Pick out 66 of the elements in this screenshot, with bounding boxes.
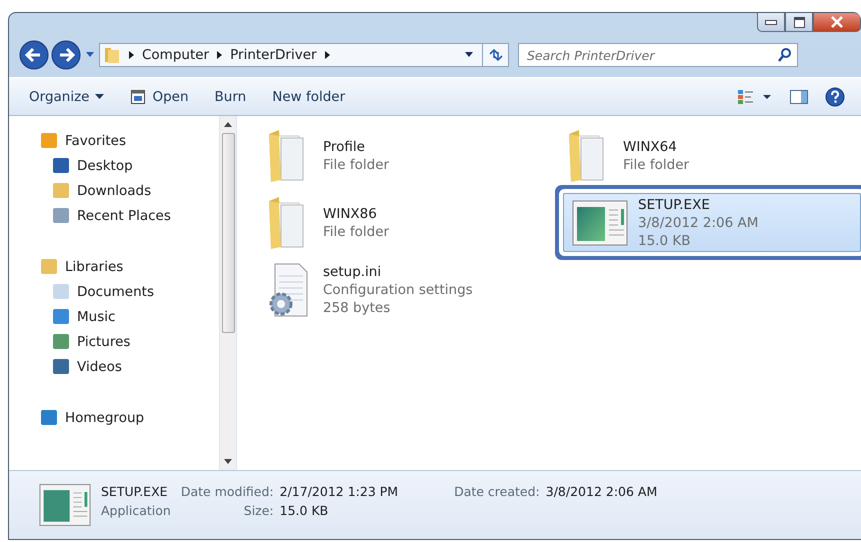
nav-item[interactable]: Desktop	[39, 153, 219, 178]
nav-group[interactable]: Libraries	[39, 254, 219, 279]
file-detail: Configuration settings	[323, 282, 473, 298]
file-detail: 15.0 KB	[638, 232, 692, 248]
file-name: SETUP.EXE	[638, 196, 711, 212]
toolbar-button[interactable]: New folder	[272, 88, 346, 104]
application-window-icon	[572, 200, 628, 246]
breadcrumb[interactable]: PrinterDriver	[230, 47, 317, 63]
caret-icon	[95, 94, 104, 100]
file-detail: File folder	[323, 156, 390, 172]
close-icon	[830, 16, 844, 28]
nav-item[interactable]: Recent Places	[39, 203, 219, 228]
file-detail: 3/8/2012 2:06 AM	[638, 214, 758, 230]
breadcrumb[interactable]: Computer	[142, 47, 210, 63]
file-detail: 258 bytes	[323, 300, 392, 316]
toolbar-button[interactable]: Burn	[214, 88, 246, 104]
property-value: 2/17/2012 1:23 PM	[280, 484, 398, 499]
view-options-button[interactable]	[737, 88, 773, 104]
nav-group[interactable]: Favorites	[39, 128, 219, 153]
nav-item[interactable]: Music	[39, 304, 219, 329]
close-button[interactable]	[813, 13, 861, 32]
file-name: SETUP.EXE	[101, 484, 169, 499]
file-detail: File folder	[323, 224, 390, 240]
nav-item[interactable]: Downloads	[39, 178, 219, 203]
dropdown-icon[interactable]	[464, 51, 474, 59]
file-detail: File folder	[623, 156, 690, 172]
nav-item[interactable]: Pictures	[39, 329, 219, 354]
file-name: WINX64	[623, 138, 678, 154]
property-label: Date modified:	[180, 484, 274, 499]
property-label: Date created:	[454, 484, 540, 499]
folder-icon	[103, 46, 121, 64]
nav-group[interactable]: Homegroup	[39, 405, 219, 430]
help-button[interactable]	[825, 86, 845, 106]
application-window-icon	[39, 483, 91, 527]
help-icon	[825, 86, 845, 106]
file-tile[interactable]: setup.ini Configuration settings 258 bytes	[259, 256, 479, 323]
breadcrumb-arrow-icon[interactable]	[129, 51, 134, 59]
file-name: WINX86	[323, 206, 378, 222]
file-tile[interactable]: Profile File folder	[259, 122, 396, 189]
toolbar-button[interactable]: Open	[130, 88, 189, 104]
nav-item[interactable]: Documents	[39, 279, 219, 304]
minimize-button[interactable]	[757, 13, 785, 32]
property-label: Size:	[242, 503, 274, 518]
scroll-thumb[interactable]	[222, 133, 234, 333]
file-tile[interactable]: WINX64 File folder	[559, 122, 696, 189]
scroll-down-icon[interactable]	[224, 459, 232, 464]
forward-button[interactable]	[51, 40, 81, 70]
file-name: setup.ini	[323, 264, 382, 280]
file-tile[interactable]: WINX86 File folder	[259, 189, 396, 256]
preview-pane-button[interactable]	[789, 88, 809, 104]
history-dropdown-icon[interactable]	[85, 51, 95, 59]
breadcrumb-arrow-icon[interactable]	[324, 51, 330, 59]
refresh-icon	[488, 48, 504, 62]
maximize-button[interactable]	[785, 13, 813, 32]
file-type: Application	[101, 503, 171, 518]
address-bar[interactable]: Computer PrinterDriver	[99, 43, 509, 67]
toolbar-button[interactable]: Organize	[29, 88, 104, 104]
window-icon	[130, 88, 146, 104]
scrollbar[interactable]	[219, 116, 236, 470]
nav-item[interactable]: Videos	[39, 354, 219, 379]
breadcrumb-arrow-icon[interactable]	[217, 51, 222, 59]
property-value: 3/8/2012 2:06 AM	[546, 484, 658, 499]
back-button[interactable]	[19, 40, 49, 70]
scroll-up-icon[interactable]	[224, 122, 232, 127]
file-name: Profile	[323, 138, 366, 154]
property-value: 15.0 KB	[280, 503, 330, 518]
